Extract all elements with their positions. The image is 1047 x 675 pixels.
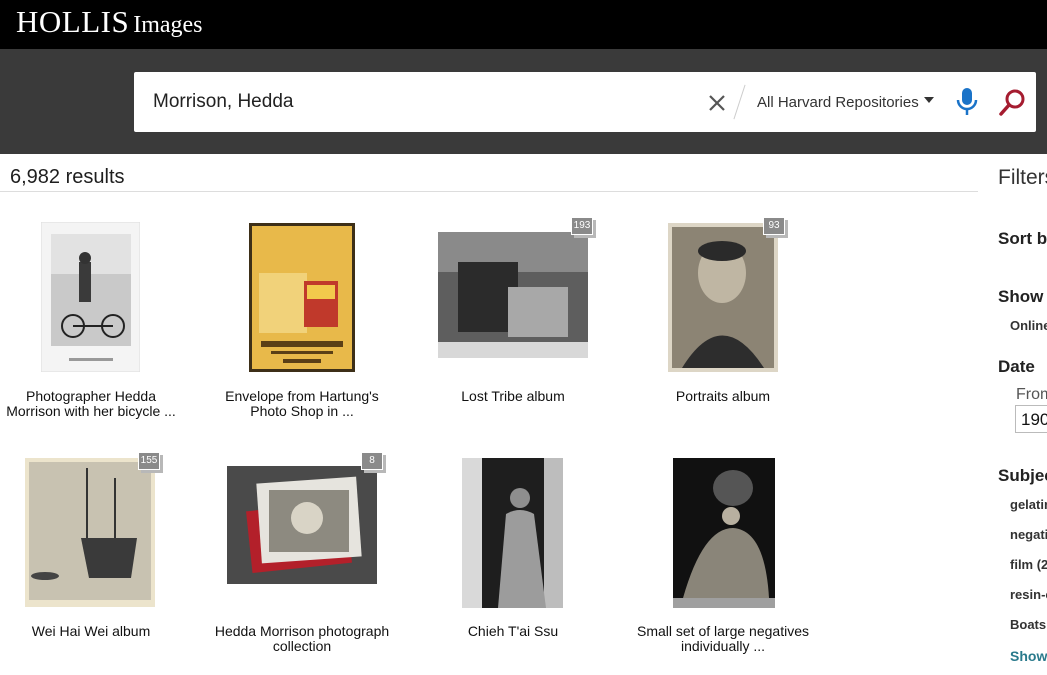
clear-search-button[interactable]: [704, 88, 730, 116]
subject-filter-item[interactable]: resin-c: [1010, 587, 1047, 602]
date-heading: Date: [998, 357, 1035, 376]
image-count-badge: 8: [361, 452, 383, 470]
subject-heading: Subjec: [998, 466, 1047, 485]
search-button[interactable]: [998, 87, 1028, 117]
image-count-badge: 93: [763, 217, 785, 235]
app-logo[interactable]: HOLLIS Images: [16, 4, 203, 40]
microphone-icon: [956, 88, 978, 115]
brand-name: HOLLIS: [16, 4, 130, 39]
subject-filter-item[interactable]: film (2: [1010, 557, 1047, 572]
subject-filter-item[interactable]: Boats: [1010, 617, 1046, 632]
image-count-badge: 155: [138, 452, 160, 470]
result-thumbnail[interactable]: [438, 232, 588, 358]
voice-search-button[interactable]: [952, 86, 982, 118]
result-thumbnail[interactable]: [227, 466, 377, 584]
date-from-input[interactable]: 190: [1015, 405, 1047, 433]
result-thumbnail[interactable]: [25, 458, 155, 607]
search-icon: [999, 89, 1025, 116]
results-count: 6,982 results: [10, 166, 125, 188]
search-input[interactable]: Morrison, Hedda: [153, 91, 293, 113]
online-filter-option[interactable]: Online: [1010, 318, 1047, 333]
result-title[interactable]: Wei Hai Wei album: [0, 624, 182, 639]
result-title[interactable]: Hedda Morrison photograph collection: [211, 624, 393, 654]
show-more-link[interactable]: Show: [1010, 648, 1047, 664]
result-title[interactable]: Envelope from Hartung's Photo Shop in ..…: [211, 389, 393, 419]
repository-select[interactable]: All Harvard Repositories: [757, 94, 919, 111]
search-divider: [733, 84, 746, 120]
result-thumbnail[interactable]: [462, 458, 563, 608]
result-title[interactable]: Photographer Hedda Morrison with her bic…: [0, 389, 182, 419]
filters-title: Filters: [998, 166, 1047, 189]
show-heading: Show: [998, 287, 1044, 306]
image-count-badge: 193: [571, 217, 593, 235]
results-divider: [0, 191, 978, 192]
result-title[interactable]: Small set of large negatives individuall…: [632, 624, 814, 654]
sort-by-heading[interactable]: Sort b: [998, 229, 1047, 249]
chevron-down-icon[interactable]: [924, 97, 934, 103]
result-thumbnail[interactable]: [40, 221, 141, 373]
result-title[interactable]: Lost Tribe album: [422, 389, 604, 404]
date-from-label: From: [1016, 386, 1047, 403]
result-title[interactable]: Chieh T'ai Ssu: [422, 624, 604, 639]
brand-sub: Images: [133, 12, 203, 38]
result-thumbnail[interactable]: [673, 458, 775, 608]
subject-filter-item[interactable]: gelatin: [1010, 497, 1047, 512]
result-thumbnail[interactable]: [668, 223, 778, 372]
result-title[interactable]: Portraits album: [632, 389, 814, 404]
close-icon: [709, 95, 725, 111]
subject-filter-item[interactable]: negati: [1010, 527, 1047, 542]
top-bar: HOLLIS Images: [0, 0, 1047, 49]
search-box: Morrison, Hedda All Harvard Repositories: [134, 72, 1036, 132]
result-thumbnail[interactable]: [249, 223, 355, 372]
